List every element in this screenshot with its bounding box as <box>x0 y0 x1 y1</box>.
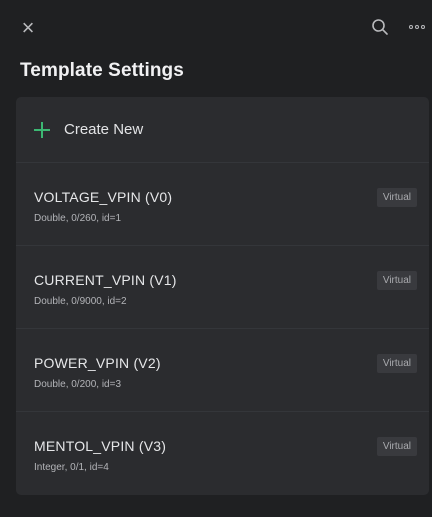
pin-meta: Double, 0/200, id=3 <box>34 379 122 390</box>
pin-type-badge: Virtual <box>376 437 417 456</box>
pin-meta: Double, 0/260, id=1 <box>34 213 122 224</box>
pin-name: CURRENT_VPIN (V1) <box>34 272 177 288</box>
create-new-label: Create New <box>64 121 144 138</box>
top-bar: × <box>0 0 432 54</box>
page-title: Template Settings <box>20 60 184 81</box>
pin-type-badge: Virtual <box>376 354 417 373</box>
pin-item[interactable]: POWER_VPIN (V2) Double, 0/200, id=3 Virt… <box>16 329 429 412</box>
pin-item[interactable]: MENTOL_VPIN (V3) Integer, 0/1, id=4 Virt… <box>16 412 429 495</box>
pin-item[interactable]: CURRENT_VPIN (V1) Double, 0/9000, id=2 V… <box>16 246 429 329</box>
pin-type-badge: Virtual <box>376 271 417 290</box>
more-dots <box>409 25 425 29</box>
pin-name: MENTOL_VPIN (V3) <box>34 438 167 454</box>
pin-item[interactable]: VOLTAGE_VPIN (V0) Double, 0/260, id=1 Vi… <box>16 163 429 246</box>
plus-icon <box>34 121 50 138</box>
pin-type-badge: Virtual <box>376 188 417 207</box>
close-icon[interactable]: × <box>14 14 42 42</box>
pins-panel: Create New VOLTAGE_VPIN (V0) Double, 0/2… <box>16 97 429 495</box>
more-icon[interactable] <box>404 13 430 41</box>
template-settings-screen: × Template Settings Create New VOLTAGE_V… <box>0 0 432 517</box>
search-icon-glyph <box>372 19 388 35</box>
pin-meta: Double, 0/9000, id=2 <box>34 296 127 307</box>
pin-name: POWER_VPIN (V2) <box>34 355 161 371</box>
pin-meta: Integer, 0/1, id=4 <box>34 462 109 473</box>
search-icon[interactable] <box>366 13 394 41</box>
pin-name: VOLTAGE_VPIN (V0) <box>34 189 173 205</box>
create-new-button[interactable]: Create New <box>16 97 429 163</box>
